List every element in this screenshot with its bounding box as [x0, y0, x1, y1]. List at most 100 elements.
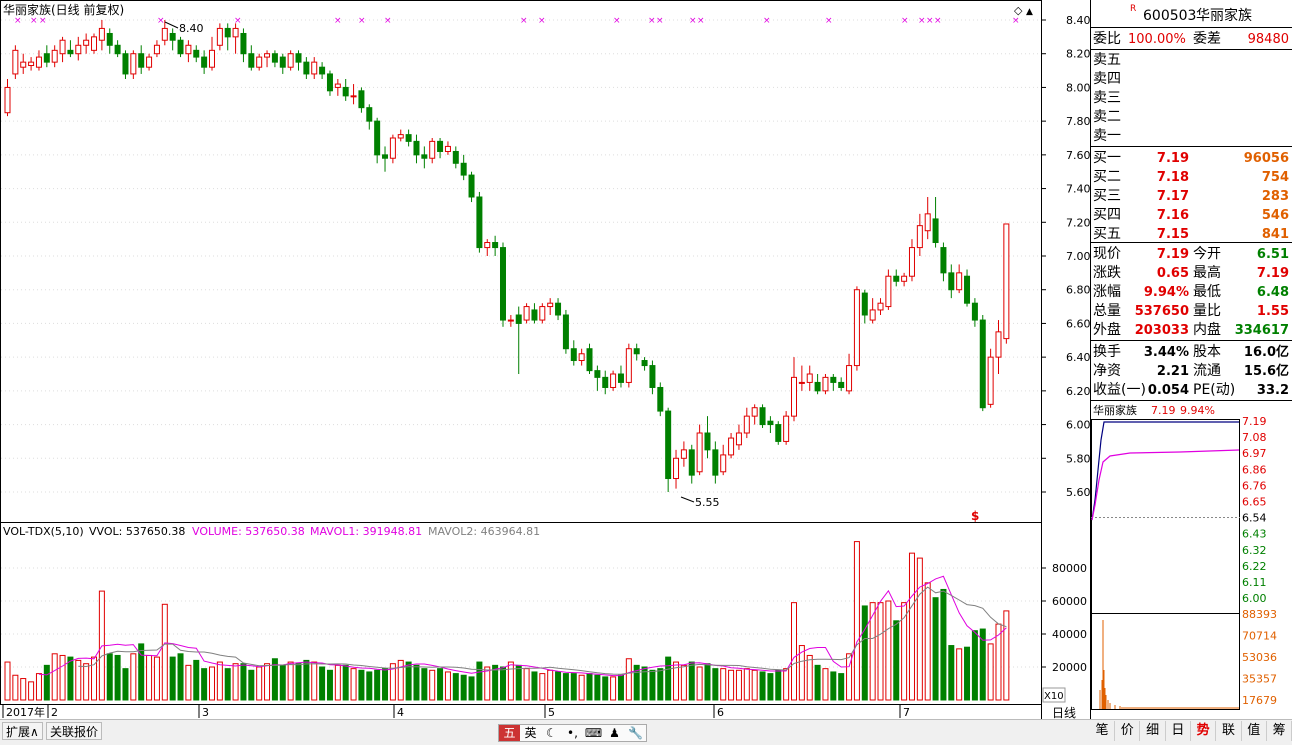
candle-body	[728, 437, 735, 456]
mini-volume-label: 17679	[1242, 694, 1277, 707]
volume-bar	[59, 654, 66, 701]
low-marker-arrow	[680, 496, 695, 503]
volume-bar	[326, 669, 333, 701]
candle-body	[122, 53, 129, 75]
diamond-icon[interactable]: ◇	[1014, 4, 1023, 17]
candle-body	[846, 365, 853, 392]
volume-bar	[869, 602, 876, 701]
candle-body	[106, 32, 113, 46]
signal-mark: ×	[901, 16, 909, 26]
ime-english-icon[interactable]: 英	[520, 725, 541, 741]
candle-body	[633, 348, 640, 355]
candle-body	[940, 247, 947, 274]
ime-keyboard-icon[interactable]: ⌨	[583, 725, 604, 741]
mini-price-label: 7.19	[1242, 415, 1267, 428]
volume-bar	[924, 582, 931, 701]
candle-body	[602, 376, 609, 388]
volume-bar	[720, 668, 727, 701]
volume-bar	[861, 605, 868, 701]
tab-1[interactable]: 价	[1115, 721, 1141, 741]
volume-bar	[232, 663, 239, 701]
signal-mark: ×	[14, 16, 22, 26]
volume-bar	[67, 656, 74, 701]
candle-body	[279, 56, 286, 68]
volume-bar	[743, 668, 750, 701]
candle-body	[791, 376, 797, 417]
high-marker-arrow	[164, 21, 179, 29]
volume-bar	[885, 600, 892, 701]
related-quotes-button[interactable]: 关联报价	[46, 722, 103, 740]
fundamental-label: 流通	[1193, 363, 1221, 379]
expand-button[interactable]: 扩展∧	[2, 722, 43, 740]
signal-mark: ×	[1012, 16, 1020, 26]
ime-wrench-icon[interactable]: 🔧	[625, 725, 646, 741]
ime-moon-icon[interactable]: ☾	[541, 725, 562, 741]
mini-price-label: 6.97	[1242, 447, 1267, 460]
tab-4[interactable]: 势	[1191, 721, 1217, 741]
price-axis-label: 8.00	[1066, 81, 1091, 94]
mini-volume-label: 35357	[1242, 673, 1277, 686]
volume-bar	[507, 661, 514, 701]
candle-body	[130, 53, 137, 75]
candle-body	[484, 242, 491, 249]
tab-2[interactable]: 细	[1141, 721, 1166, 741]
candle-body	[444, 145, 451, 152]
candle-body	[413, 140, 420, 156]
signal-mark: ×	[334, 16, 342, 26]
dollar-mark: $	[971, 509, 979, 523]
tab-0[interactable]: 笔	[1090, 721, 1115, 741]
volume-bar	[830, 671, 837, 701]
volume-bar	[625, 658, 632, 701]
volume-bar	[499, 666, 506, 701]
candle-body	[397, 134, 404, 139]
ime-punct-icon[interactable]: •,	[562, 725, 583, 741]
ime-toolbar[interactable]: 五 英 ☾ •, ⌨ ♟ 🔧	[498, 724, 647, 742]
ime-logo-icon[interactable]: 五	[499, 725, 520, 741]
kline-chart[interactable]: 8.40 8.20 8.00 7.80 7.60 7.40 7.20 7.00 6.80 6.60…	[0, 0, 1292, 720]
candle-body	[193, 49, 200, 58]
candle-body	[437, 140, 444, 152]
candle-body	[326, 73, 333, 92]
volume-bar	[728, 669, 735, 701]
candle-body	[893, 275, 900, 282]
volume-bar	[248, 669, 255, 701]
volume-bar	[775, 669, 782, 701]
candle-body	[751, 407, 758, 417]
vvol-value: VVOL: 537650.38	[89, 525, 185, 538]
sell-row-label: 卖一	[1093, 128, 1121, 144]
candle-body	[216, 27, 223, 46]
price-axis-label: 8.20	[1066, 48, 1091, 61]
candle-body	[185, 44, 192, 55]
tab-6[interactable]: 值	[1242, 721, 1267, 741]
volume-bars	[4, 541, 1010, 701]
quote-label: 总量	[1093, 303, 1121, 319]
volume-bar	[311, 661, 318, 701]
ime-user-icon[interactable]: ♟	[604, 725, 625, 741]
volume-bar	[208, 666, 215, 701]
tab-7[interactable]: 筹	[1267, 721, 1292, 741]
candle-body	[924, 213, 931, 232]
volume-bar	[594, 674, 601, 701]
volume-bar	[712, 668, 719, 701]
fundamental-value: 33.2	[1257, 383, 1289, 398]
quote-value: 7.19	[1157, 247, 1189, 262]
volume-bar	[783, 668, 790, 701]
volume-bar	[240, 663, 247, 701]
candle-body	[287, 53, 294, 68]
buy-row-volume: 546	[1262, 208, 1289, 223]
tab-5[interactable]: 联	[1217, 721, 1242, 741]
candle-body	[720, 454, 727, 473]
signal-mark: ×	[234, 16, 242, 26]
period-label[interactable]: 日线	[1052, 706, 1076, 720]
candle-body	[562, 314, 569, 350]
candle-body	[12, 49, 19, 75]
volume-bar	[964, 646, 971, 701]
volume-bar	[114, 654, 121, 701]
candle-body	[303, 61, 310, 75]
tab-3[interactable]: 日	[1166, 721, 1191, 741]
candle-body	[916, 225, 923, 249]
signal-mark: ×	[689, 16, 697, 26]
scroll-up-icon[interactable]: ▲	[1026, 7, 1033, 17]
mini-price-label: 6.76	[1242, 479, 1267, 492]
mini-price-label: 6.65	[1242, 496, 1267, 509]
